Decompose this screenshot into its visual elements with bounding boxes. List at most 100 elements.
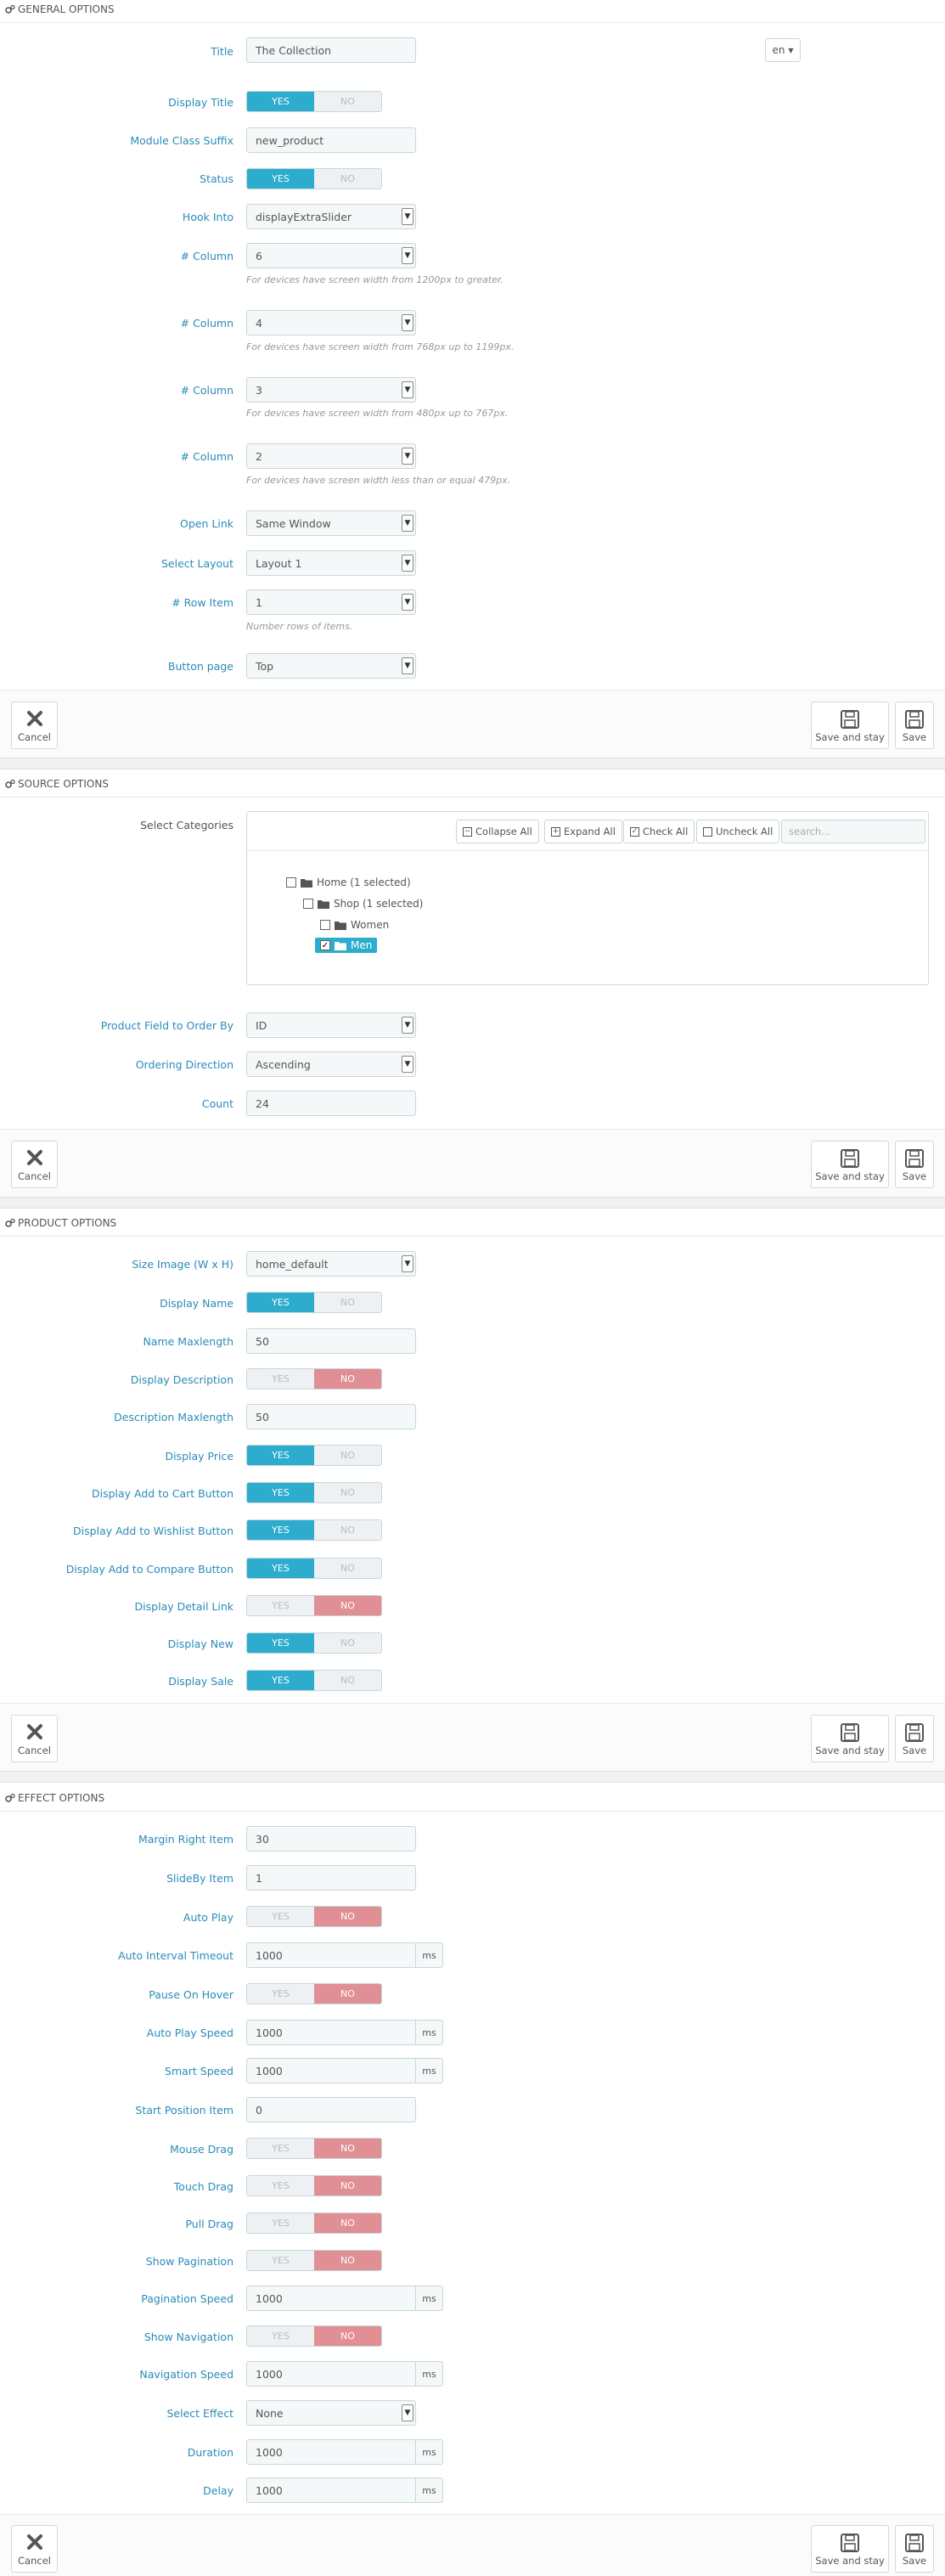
no-option[interactable]: NO (314, 1633, 381, 1653)
tree-node-women[interactable]: Women (320, 919, 389, 931)
no-option[interactable]: NO (314, 1520, 381, 1540)
save-button[interactable]: Save (895, 1715, 934, 1762)
yes-option[interactable]: YES (247, 2251, 314, 2270)
select-layout-select[interactable]: Layout 1 ▼ (246, 550, 416, 576)
expand-all-button[interactable]: + Expand All (544, 820, 622, 843)
add-to-compare-toggle[interactable]: YES NO (246, 1558, 382, 1579)
order-by-select[interactable]: ID ▼ (246, 1012, 416, 1038)
no-option[interactable]: NO (314, 2326, 381, 2346)
yes-option[interactable]: YES (247, 1559, 314, 1578)
yes-option[interactable]: YES (247, 1520, 314, 1540)
ordering-direction-select[interactable]: Ascending ▼ (246, 1051, 416, 1077)
pause-on-hover-toggle[interactable]: YES NO (246, 1983, 382, 2004)
delay-input[interactable]: 1000 (246, 2477, 416, 2503)
yes-option[interactable]: YES (247, 169, 314, 189)
yes-option[interactable]: YES (247, 1984, 314, 2004)
yes-option[interactable]: YES (247, 2139, 314, 2158)
select-effect-select[interactable]: None ▼ (246, 2400, 416, 2426)
yes-option[interactable]: YES (247, 1596, 314, 1615)
save-and-stay-button[interactable]: Save and stay (811, 702, 889, 749)
cancel-button[interactable]: Cancel (11, 1715, 58, 1762)
button-page-select[interactable]: Top ▼ (246, 653, 416, 679)
count-input[interactable]: 24 (246, 1091, 416, 1116)
touch-drag-toggle[interactable]: YES NO (246, 2175, 382, 2196)
yes-option[interactable]: YES (247, 1633, 314, 1653)
save-button[interactable]: Save (895, 2525, 934, 2573)
cancel-button[interactable]: Cancel (11, 1141, 58, 1188)
yes-option[interactable]: YES (247, 1907, 314, 1926)
no-option[interactable]: NO (314, 2139, 381, 2158)
no-option[interactable]: NO (314, 1596, 381, 1615)
display-detail-link-toggle[interactable]: YES NO (246, 1595, 382, 1616)
no-option[interactable]: NO (314, 1984, 381, 2004)
no-option[interactable]: NO (314, 1446, 381, 1465)
auto-play-speed-input[interactable]: 1000 (246, 2020, 416, 2045)
cancel-button[interactable]: Cancel (11, 2525, 58, 2573)
tree-node-home[interactable]: Home (1 selected) (286, 877, 411, 888)
display-sale-toggle[interactable]: YES NO (246, 1670, 382, 1691)
save-button[interactable]: Save (895, 702, 934, 749)
start-position-item-input[interactable]: 0 (246, 2097, 416, 2122)
no-option[interactable]: NO (314, 1559, 381, 1578)
margin-right-item-input[interactable]: 30 (246, 1826, 416, 1852)
auto-interval-timeout-input[interactable]: 1000 (246, 1942, 416, 1968)
checkbox[interactable] (286, 877, 296, 888)
no-option[interactable]: NO (314, 2213, 381, 2233)
slideby-item-input[interactable]: 1 (246, 1865, 416, 1891)
navigation-speed-input[interactable]: 1000 (246, 2361, 416, 2387)
column-select-2[interactable]: 4 ▼ (246, 310, 416, 335)
no-option[interactable]: NO (314, 1293, 381, 1312)
category-search-input[interactable]: search... (781, 820, 925, 843)
column-select-3[interactable]: 3 ▼ (246, 377, 416, 403)
column-select-1[interactable]: 6 ▼ (246, 243, 416, 268)
open-link-select[interactable]: Same Window ▼ (246, 510, 416, 536)
display-title-toggle[interactable]: YES NO (246, 91, 382, 112)
uncheck-all-button[interactable]: Uncheck All (696, 820, 780, 843)
mouse-drag-toggle[interactable]: YES NO (246, 2138, 382, 2159)
no-option[interactable]: NO (314, 92, 381, 111)
hook-into-select[interactable]: displayExtraSlider ▼ (246, 204, 416, 229)
tree-node-men[interactable]: ✓ Men (315, 938, 378, 953)
check-all-button[interactable]: ✓ Check All (623, 820, 695, 843)
save-and-stay-button[interactable]: Save and stay (811, 1715, 889, 1762)
title-input[interactable]: The Collection (246, 37, 416, 63)
display-name-toggle[interactable]: YES NO (246, 1292, 382, 1313)
no-option[interactable]: NO (314, 1483, 381, 1502)
cancel-button[interactable]: Cancel (11, 702, 58, 749)
checkbox[interactable] (303, 899, 313, 909)
yes-option[interactable]: YES (247, 1293, 314, 1312)
show-pagination-toggle[interactable]: YES NO (246, 2250, 382, 2271)
pagination-speed-input[interactable]: 1000 (246, 2286, 416, 2311)
pull-drag-toggle[interactable]: YES NO (246, 2212, 382, 2234)
add-to-cart-toggle[interactable]: YES NO (246, 1482, 382, 1503)
size-image-select[interactable]: home_default ▼ (246, 1251, 416, 1277)
add-to-wishlist-toggle[interactable]: YES NO (246, 1519, 382, 1541)
no-option[interactable]: NO (314, 2176, 381, 2196)
no-option[interactable]: NO (314, 2251, 381, 2270)
auto-play-toggle[interactable]: YES NO (246, 1906, 382, 1927)
row-item-select[interactable]: 1 ▼ (246, 589, 416, 615)
collapse-all-button[interactable]: − Collapse All (456, 820, 539, 843)
smart-speed-input[interactable]: 1000 (246, 2058, 416, 2083)
checkbox-checked[interactable]: ✓ (320, 940, 330, 950)
display-description-toggle[interactable]: YES NO (246, 1368, 382, 1389)
yes-option[interactable]: YES (247, 1671, 314, 1690)
save-and-stay-button[interactable]: Save and stay (811, 2525, 889, 2573)
no-option[interactable]: NO (314, 1671, 381, 1690)
module-class-suffix-input[interactable]: new_product (246, 127, 416, 153)
tree-node-shop[interactable]: Shop (1 selected) (303, 898, 423, 910)
display-new-toggle[interactable]: YES NO (246, 1632, 382, 1654)
description-maxlength-input[interactable]: 50 (246, 1404, 416, 1429)
no-option[interactable]: NO (314, 1369, 381, 1389)
name-maxlength-input[interactable]: 50 (246, 1328, 416, 1354)
no-option[interactable]: NO (314, 1907, 381, 1926)
status-toggle[interactable]: YES NO (246, 168, 382, 189)
checkbox[interactable] (320, 920, 330, 930)
save-and-stay-button[interactable]: Save and stay (811, 1141, 889, 1188)
duration-input[interactable]: 1000 (246, 2439, 416, 2465)
yes-option[interactable]: YES (247, 2326, 314, 2346)
save-button[interactable]: Save (895, 1141, 934, 1188)
yes-option[interactable]: YES (247, 2176, 314, 2196)
yes-option[interactable]: YES (247, 92, 314, 111)
language-select[interactable]: en ▼ (765, 38, 801, 62)
